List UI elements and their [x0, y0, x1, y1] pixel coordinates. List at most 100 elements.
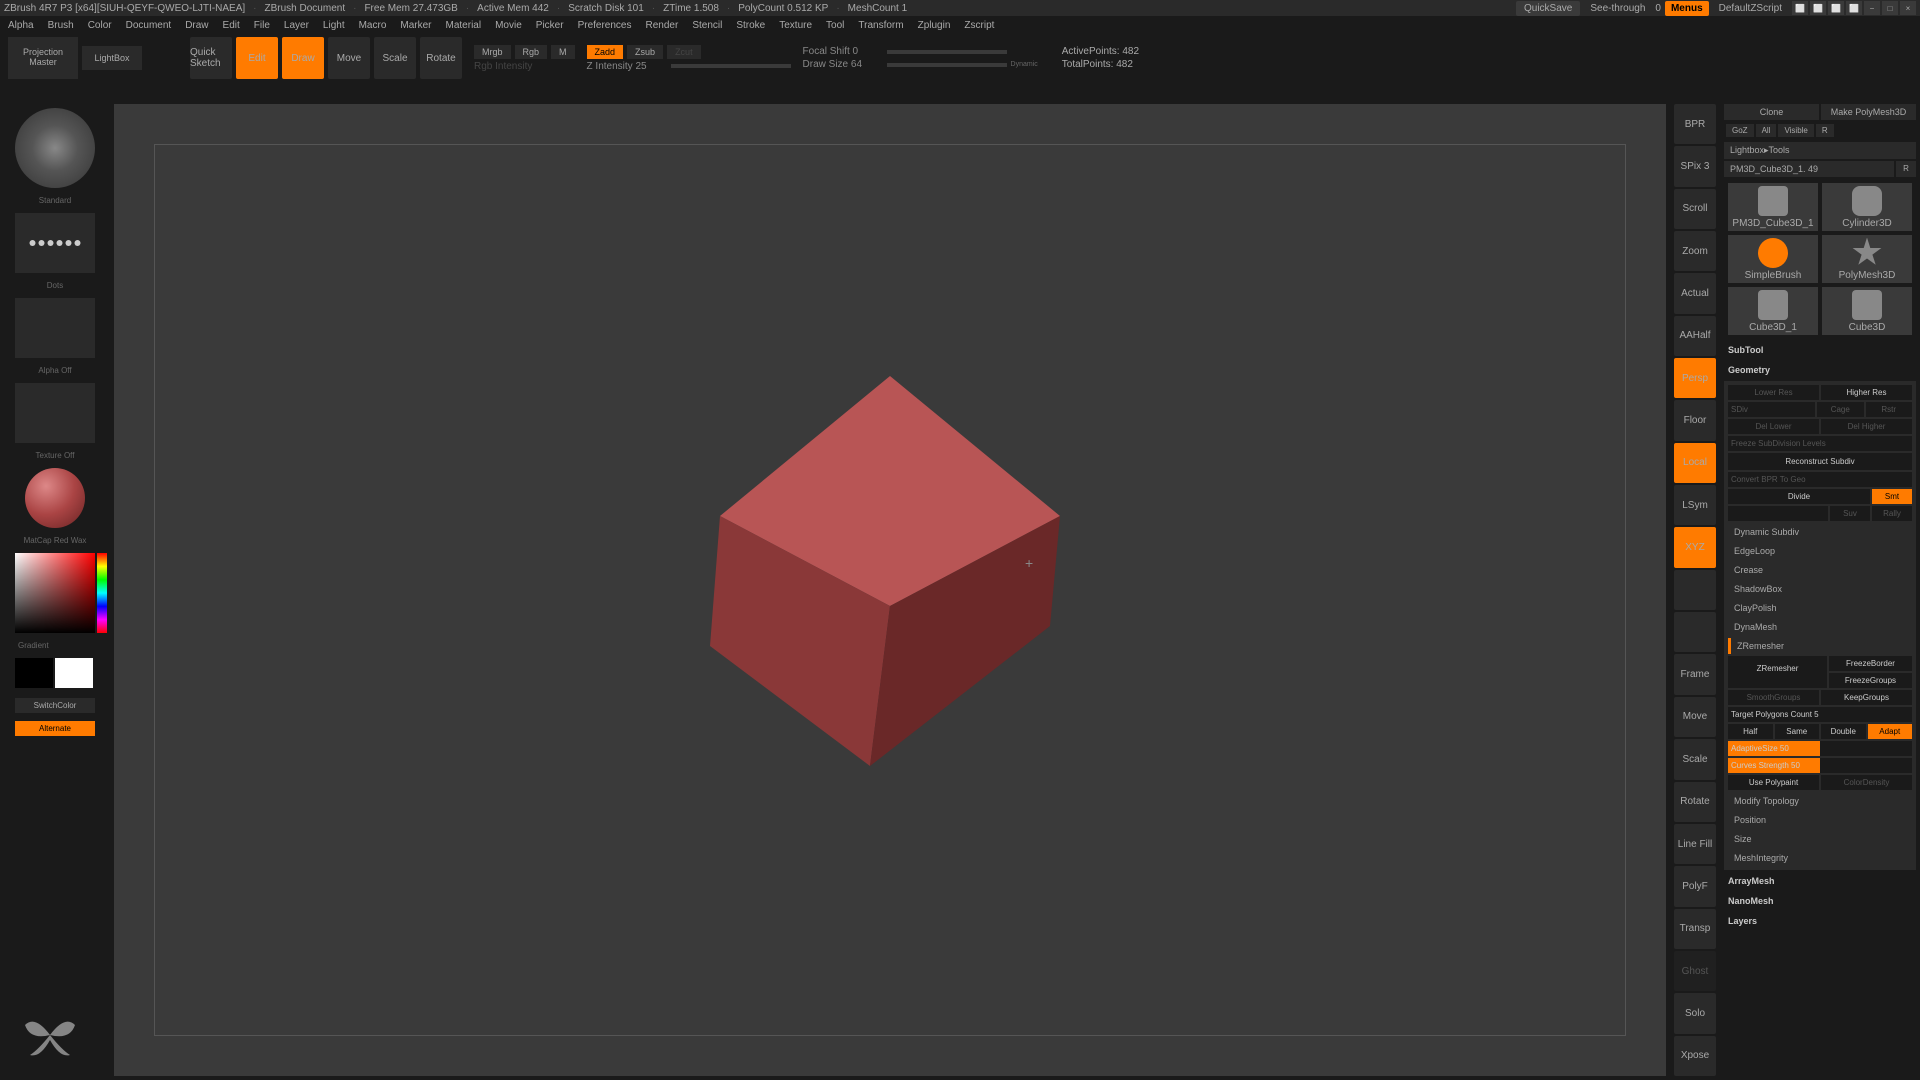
linefill-button[interactable]: Line Fill: [1674, 824, 1716, 864]
edit-button[interactable]: Edit: [236, 37, 278, 79]
color-picker[interactable]: [15, 553, 95, 633]
smt-button[interactable]: Smt: [1872, 489, 1912, 504]
tool-thumb[interactable]: Cylinder3D: [1822, 183, 1912, 231]
seethrough-label[interactable]: See-through: [1584, 1, 1651, 16]
menu-picker[interactable]: Picker: [536, 20, 564, 31]
freeze-border-button[interactable]: FreezeBorder: [1829, 656, 1912, 671]
menu-preferences[interactable]: Preferences: [578, 20, 632, 31]
target-polygons-slider[interactable]: Target Polygons Count 5: [1728, 707, 1912, 722]
zadd-button[interactable]: Zadd: [587, 45, 624, 59]
floor-button[interactable]: Floor: [1674, 400, 1716, 440]
menu-light[interactable]: Light: [323, 20, 345, 31]
win-icon[interactable]: ⬜: [1792, 1, 1808, 15]
lightbox-tools-button[interactable]: Lightbox▸Tools: [1724, 142, 1916, 159]
default-zscript[interactable]: DefaultZScript: [1713, 1, 1788, 16]
zremesher-section[interactable]: ZRemesher: [1728, 638, 1912, 654]
menu-material[interactable]: Material: [446, 20, 482, 31]
focal-shift-slider[interactable]: Focal Shift 0: [803, 46, 883, 57]
use-polypaint-button[interactable]: Use Polypaint: [1728, 775, 1819, 790]
hue-slider[interactable]: [97, 553, 107, 633]
arraymesh-header[interactable]: ArrayMesh: [1724, 872, 1916, 890]
menu-marker[interactable]: Marker: [400, 20, 431, 31]
draw-size-slider[interactable]: Draw Size 64: [803, 59, 883, 70]
claypolish-section[interactable]: ClayPolish: [1728, 600, 1912, 616]
tool-thumb[interactable]: Cube3D: [1822, 287, 1912, 335]
rotate-button[interactable]: Rotate: [420, 37, 462, 79]
menu-render[interactable]: Render: [646, 20, 679, 31]
menu-draw[interactable]: Draw: [185, 20, 208, 31]
edgeloop-section[interactable]: EdgeLoop: [1728, 543, 1912, 559]
tool-thumb[interactable]: SimpleBrush: [1728, 235, 1818, 283]
xyz-button[interactable]: XYZ: [1674, 527, 1716, 567]
dynamic-subdiv-section[interactable]: Dynamic Subdiv: [1728, 524, 1912, 540]
del-higher-button[interactable]: Del Higher: [1821, 419, 1912, 434]
mesh-integrity-section[interactable]: MeshIntegrity: [1728, 850, 1912, 866]
goz-button[interactable]: GoZ: [1726, 124, 1754, 137]
switch-color-button[interactable]: SwitchColor: [15, 698, 95, 713]
spix-button[interactable]: SPix 3: [1674, 146, 1716, 186]
rstr-button[interactable]: Rstr: [1866, 402, 1913, 417]
secondary-color[interactable]: [15, 658, 53, 688]
gradient-label[interactable]: Gradient: [4, 641, 106, 650]
convert-bpr-button[interactable]: Convert BPR To Geo: [1728, 472, 1912, 487]
minimize-icon[interactable]: −: [1864, 1, 1880, 15]
menu-tool[interactable]: Tool: [826, 20, 844, 31]
freeze-subdiv-button[interactable]: Freeze SubDivision Levels: [1728, 436, 1912, 451]
nav-button[interactable]: [1674, 570, 1716, 610]
size-section[interactable]: Size: [1728, 831, 1912, 847]
rgb-button[interactable]: Rgb: [515, 45, 548, 59]
tool-thumb[interactable]: Cube3D_1: [1728, 287, 1818, 335]
cube-mesh[interactable]: [640, 326, 1140, 806]
menu-edit[interactable]: Edit: [223, 20, 240, 31]
reconstruct-subdiv-button[interactable]: Reconstruct Subdiv: [1728, 453, 1912, 470]
menu-stencil[interactable]: Stencil: [692, 20, 722, 31]
cage-button[interactable]: Cage: [1817, 402, 1864, 417]
texture-preview[interactable]: [15, 383, 95, 443]
xpose-button[interactable]: Xpose: [1674, 1036, 1716, 1076]
rotate-nav-button[interactable]: Rotate: [1674, 782, 1716, 822]
dynamesh-section[interactable]: DynaMesh: [1728, 619, 1912, 635]
menu-transform[interactable]: Transform: [858, 20, 903, 31]
zsub-button[interactable]: Zsub: [627, 45, 663, 59]
dynamic-label[interactable]: Dynamic: [1011, 61, 1038, 68]
move-nav-button[interactable]: Move: [1674, 697, 1716, 737]
material-preview[interactable]: [25, 468, 85, 528]
polyf-button[interactable]: PolyF: [1674, 866, 1716, 906]
layers-header[interactable]: Layers: [1724, 912, 1916, 930]
nav-button2[interactable]: [1674, 612, 1716, 652]
solo-button[interactable]: Solo: [1674, 993, 1716, 1033]
primary-color[interactable]: [55, 658, 93, 688]
goz-r-button[interactable]: R: [1816, 124, 1834, 137]
menu-zscript[interactable]: Zscript: [964, 20, 994, 31]
freeze-groups-button[interactable]: FreezeGroups: [1829, 673, 1912, 688]
aahalf-button[interactable]: AAHalf: [1674, 316, 1716, 356]
double-button[interactable]: Double: [1821, 724, 1866, 739]
tool-thumb[interactable]: PolyMesh3D: [1822, 235, 1912, 283]
smooth-groups-button[interactable]: SmoothGroups: [1728, 690, 1819, 705]
zremesher-button[interactable]: ZRemesher: [1728, 656, 1827, 688]
z-intensity-slider[interactable]: Z Intensity 25: [587, 61, 667, 72]
mrgb-button[interactable]: Mrgb: [474, 45, 511, 59]
half-button[interactable]: Half: [1728, 724, 1773, 739]
scroll-button[interactable]: Scroll: [1674, 189, 1716, 229]
m-button[interactable]: M: [551, 45, 575, 59]
tool-name[interactable]: PM3D_Cube3D_1. 49: [1724, 161, 1894, 177]
geometry-header[interactable]: Geometry: [1724, 361, 1916, 379]
adaptive-size-slider[interactable]: AdaptiveSize 50: [1728, 741, 1912, 756]
higher-res-button[interactable]: Higher Res: [1821, 385, 1912, 400]
same-button[interactable]: Same: [1775, 724, 1820, 739]
menu-movie[interactable]: Movie: [495, 20, 522, 31]
close-icon[interactable]: ×: [1900, 1, 1916, 15]
color-density-button[interactable]: ColorDensity: [1821, 775, 1912, 790]
ghost-button[interactable]: Ghost: [1674, 951, 1716, 991]
del-lower-button[interactable]: Del Lower: [1728, 419, 1819, 434]
transp-button[interactable]: Transp: [1674, 909, 1716, 949]
scale-button[interactable]: Scale: [374, 37, 416, 79]
menu-layer[interactable]: Layer: [284, 20, 309, 31]
lower-res-button[interactable]: Lower Res: [1728, 385, 1819, 400]
persp-button[interactable]: Persp: [1674, 358, 1716, 398]
maximize-icon[interactable]: □: [1882, 1, 1898, 15]
canvas[interactable]: +: [114, 104, 1666, 1076]
menu-document[interactable]: Document: [126, 20, 172, 31]
goz-visible-button[interactable]: Visible: [1778, 124, 1813, 137]
